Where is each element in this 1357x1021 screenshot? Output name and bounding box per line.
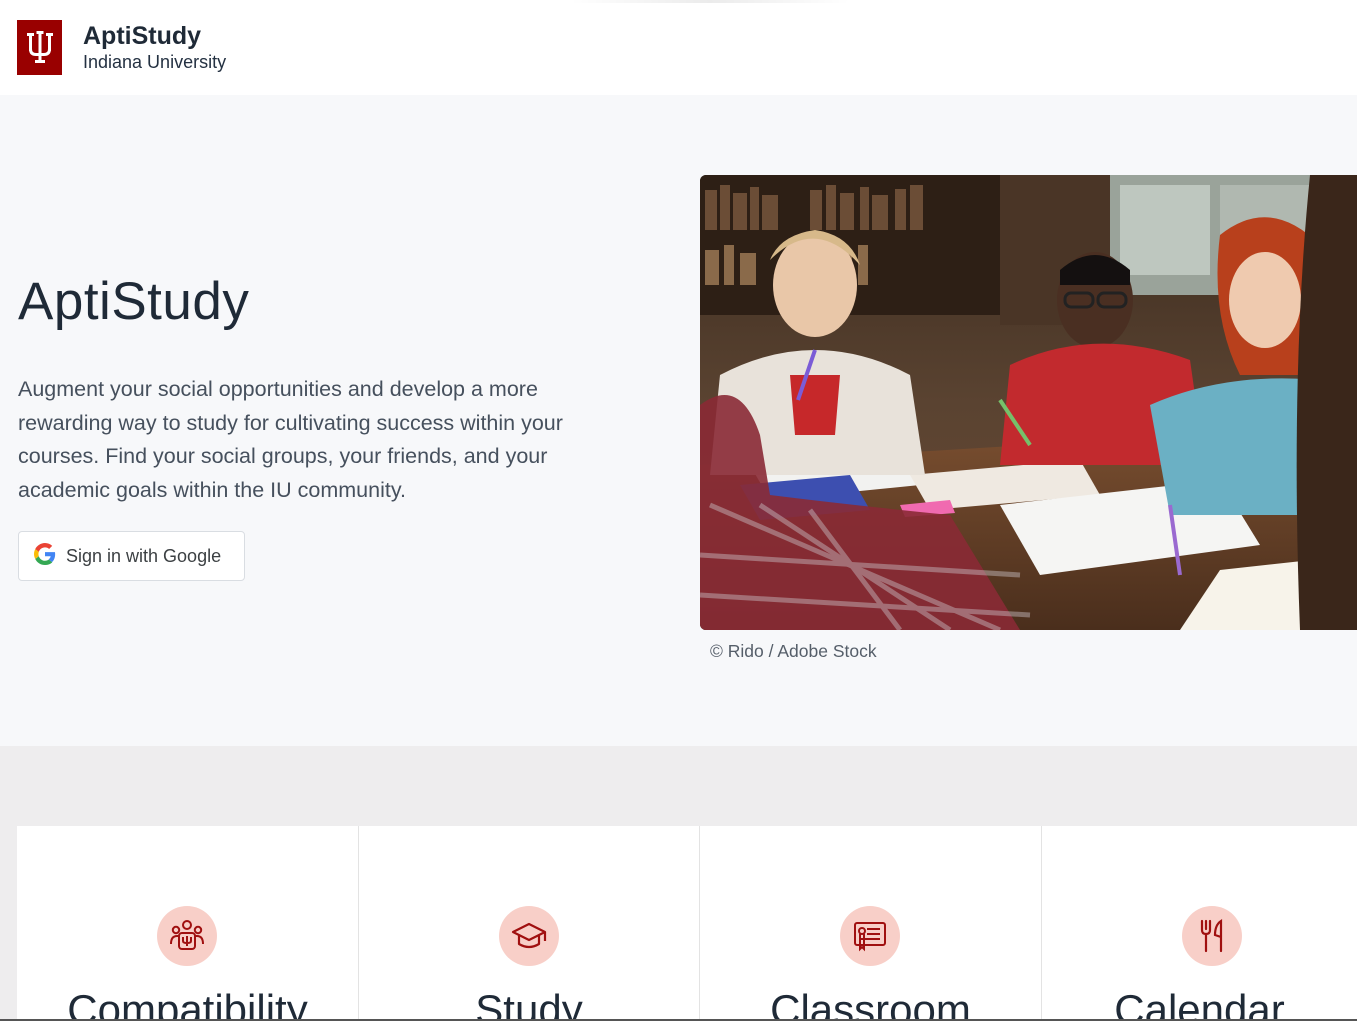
- feature-card-study[interactable]: Study: [359, 826, 699, 1021]
- google-signin-button[interactable]: Sign in with Google: [18, 531, 245, 581]
- feature-card-calendar[interactable]: Calendar: [1042, 826, 1357, 1021]
- google-signin-label: Sign in with Google: [66, 545, 222, 566]
- card-divider: [1041, 826, 1042, 1021]
- fork-knife-icon: [1182, 906, 1242, 966]
- card-divider: [699, 826, 700, 1021]
- brand-subtitle: Indiana University: [83, 52, 227, 72]
- feature-title-calendar: Calendar: [1114, 986, 1285, 1021]
- feature-card-classroom[interactable]: Classroom: [700, 826, 1041, 1021]
- google-g-icon: [34, 542, 56, 570]
- feature-title-classroom: Classroom: [770, 986, 971, 1021]
- iu-trident-icon[interactable]: [17, 20, 62, 75]
- feature-title-study: Study: [475, 986, 583, 1021]
- hero-title: AptiStudy: [18, 272, 250, 331]
- hero-section: AptiStudy Augment your social opportunit…: [0, 95, 1357, 746]
- tab-shadow: [570, 0, 850, 3]
- top-navbar: AptiStudy Indiana University: [0, 0, 1357, 95]
- hero-description: Augment your social opportunities and de…: [18, 377, 563, 502]
- card-divider: [358, 826, 359, 1021]
- feature-title-compatibility: Compatibility: [67, 986, 308, 1021]
- image-credit: © Rido / Adobe Stock: [710, 641, 877, 661]
- hero-photo-students-studying: [700, 175, 1357, 630]
- brand-title[interactable]: AptiStudy: [83, 22, 201, 51]
- certificate-icon: [840, 906, 900, 966]
- graduation-cap-icon: [499, 906, 559, 966]
- group-people-icon: [157, 906, 217, 966]
- features-section: Compatibility Study Classroom Calendar: [0, 746, 1357, 1021]
- feature-card-compatibility[interactable]: Compatibility: [17, 826, 358, 1021]
